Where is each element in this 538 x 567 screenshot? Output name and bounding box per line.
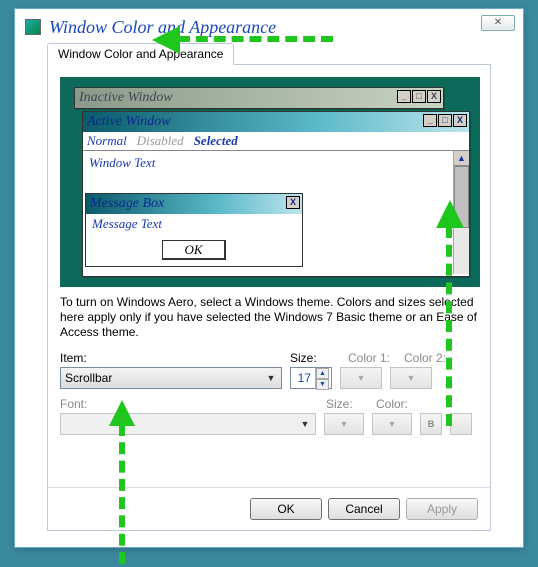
- scroll-thumb: [454, 166, 469, 228]
- msgbox-title-text: Message Box: [90, 196, 164, 212]
- item-dropdown[interactable]: Scrollbar ▼: [60, 367, 282, 389]
- item-label: Item:: [60, 351, 282, 365]
- color2-picker: ▼: [390, 367, 432, 389]
- preview-message-box: Message Box X Message Text OK: [85, 193, 303, 267]
- tab-panel: Window Color and Appearance Inactive Win…: [47, 64, 491, 531]
- scroll-up-icon: ▲: [454, 151, 469, 166]
- preview-active-window: Active Window _ □ X Normal Disabled Sele…: [82, 111, 470, 277]
- form-controls-row2: ▼ ▼ ▼ B: [60, 413, 480, 435]
- preview-active-title: Active Window _ □ X: [83, 112, 469, 132]
- close-icon[interactable]: ✕: [481, 15, 515, 31]
- font-dropdown: ▼: [60, 413, 316, 435]
- form-labels-row2: Font: Size: Color:: [60, 397, 480, 411]
- ok-button[interactable]: OK: [250, 498, 322, 520]
- bold-button: B: [420, 413, 442, 435]
- spin-up-icon[interactable]: ▲: [316, 368, 329, 379]
- fontcolor-label: Color:: [376, 397, 420, 411]
- msgbox-text: Message Text: [86, 214, 302, 238]
- form-labels-row1: Item: Size: Color 1: Color 2:: [60, 351, 480, 365]
- fontsize-dropdown: ▼: [324, 413, 364, 435]
- preview-menu-bar: Normal Disabled Selected: [83, 132, 469, 150]
- minimize-icon: _: [397, 90, 411, 103]
- cancel-button[interactable]: Cancel: [328, 498, 400, 520]
- size-spinner[interactable]: ▲ ▼: [315, 368, 329, 388]
- menu-normal: Normal: [87, 133, 127, 149]
- msgbox-title: Message Box X: [86, 194, 302, 214]
- menu-disabled: Disabled: [137, 133, 184, 149]
- preview-client-area: Window Text ▲ Message Box X Message Text: [83, 150, 469, 274]
- maximize-icon: □: [438, 114, 452, 127]
- minimize-icon: _: [423, 114, 437, 127]
- color1-label: Color 1:: [348, 351, 396, 365]
- size-stepper[interactable]: 17 ▲ ▼: [290, 367, 332, 389]
- preview-inactive-title: Inactive Window _ □ X: [75, 88, 443, 108]
- dialog-title: Window Color and Appearance: [49, 17, 276, 38]
- close-icon: X: [427, 90, 441, 103]
- size-label: Size:: [290, 351, 340, 365]
- item-dropdown-value: Scrollbar: [65, 371, 112, 385]
- fontsize-label: Size:: [326, 397, 368, 411]
- fontcolor-picker: ▼: [372, 413, 412, 435]
- close-icon: X: [453, 114, 467, 127]
- color2-label: Color 2:: [404, 351, 452, 365]
- dialog-button-bar: OK Cancel Apply: [250, 498, 478, 520]
- chevron-down-icon: ▼: [297, 416, 313, 432]
- maximize-icon: □: [412, 90, 426, 103]
- preview-pane: Inactive Window _ □ X Active Window _ □ …: [60, 77, 480, 287]
- help-text: To turn on Windows Aero, select a Window…: [60, 295, 480, 340]
- preview-window-text: Window Text: [83, 151, 469, 175]
- separator: [48, 487, 490, 488]
- inactive-title-text: Inactive Window: [79, 90, 173, 106]
- menu-selected: Selected: [194, 133, 238, 149]
- color1-picker: ▼: [340, 367, 382, 389]
- close-icon: X: [286, 196, 300, 209]
- size-value: 17: [298, 371, 311, 385]
- apply-button: Apply: [406, 498, 478, 520]
- italic-button: [450, 413, 472, 435]
- active-title-text: Active Window: [87, 114, 171, 130]
- dialog-window: Window Color and Appearance ✕ Window Col…: [14, 8, 524, 548]
- chevron-down-icon: ▼: [263, 370, 279, 386]
- dialog-header: Window Color and Appearance ✕: [15, 9, 523, 45]
- spin-down-icon[interactable]: ▼: [316, 379, 329, 390]
- app-icon: [25, 19, 41, 35]
- preview-scrollbar: ▲: [453, 151, 469, 274]
- msgbox-ok-button: OK: [162, 240, 226, 260]
- form-controls-row1: Scrollbar ▼ 17 ▲ ▼ ▼ ▼: [60, 367, 480, 389]
- preview-inactive-window: Inactive Window _ □ X: [74, 87, 444, 109]
- tab-appearance[interactable]: Window Color and Appearance: [47, 43, 234, 65]
- font-label: Font:: [60, 397, 318, 411]
